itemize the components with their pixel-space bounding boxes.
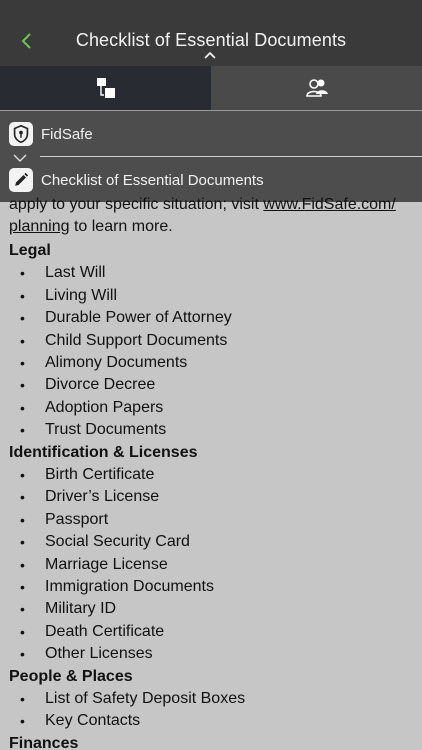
contacts-icon — [305, 79, 328, 97]
bullet-icon: • — [20, 646, 25, 663]
dropdown-item-fidsafe[interactable]: FidSafe — [0, 112, 422, 156]
bullet-icon: • — [20, 422, 25, 439]
checklist-item-label: Divorce Decree — [45, 376, 156, 394]
bullet-icon: • — [20, 399, 25, 416]
checklist-item: • Alimony Documents — [0, 352, 187, 374]
checklist-item: • Marriage License — [0, 554, 168, 576]
checklist-item-label: Other Licenses — [45, 645, 153, 663]
checklist-item-label: Military ID — [45, 600, 117, 618]
checklist-item: • Divorce Decree — [0, 374, 155, 396]
bullet-icon: • — [20, 691, 25, 707]
bullet-icon: • — [20, 265, 25, 282]
bullet-icon: • — [20, 556, 25, 573]
bullet-icon: • — [20, 489, 25, 506]
page-title: Checklist of Essential Documents — [75, 30, 347, 50]
tab-bar — [0, 66, 422, 110]
checklist-item-label: Trust Documents — [45, 421, 167, 439]
checklist-item: • Child Support Documents — [0, 330, 227, 352]
bullet-icon: • — [20, 355, 25, 371]
section-heading: Legal — [9, 242, 51, 259]
checklist-item: • Passport — [0, 509, 108, 531]
section-heading: Finances — [9, 734, 79, 750]
pencil-icon — [9, 168, 33, 192]
tab-contacts[interactable] — [211, 66, 422, 110]
fidsafe-planning-link[interactable]: www.FidSafe.com/ — [263, 196, 395, 213]
dropdown-item-label: Checklist of Essential Documents — [41, 171, 264, 189]
tab-documents[interactable] — [0, 66, 211, 110]
documents-icon — [96, 78, 115, 98]
fidsafe-lock-icon — [9, 122, 33, 146]
checklist-item-label: Marriage License — [45, 555, 168, 573]
bullet-icon: • — [20, 713, 25, 730]
intro-line-end: to learn more. — [69, 218, 173, 235]
checklist-item: • List of Safety Deposit Boxes — [0, 688, 245, 710]
section-heading: Identification & Licenses — [9, 443, 198, 461]
checklist-item-label: Passport — [45, 510, 109, 528]
checklist-item: • Last Will — [0, 262, 105, 284]
dropdown-item-label: FidSafe — [41, 125, 93, 143]
checklist-item-label: Death Certificate — [45, 622, 165, 640]
bullet-icon: • — [20, 332, 25, 349]
navigation-dropdown: FidSafe Checklist of Essential Documents — [0, 110, 422, 202]
section-heading: People & Places — [9, 667, 133, 685]
bullet-icon: • — [20, 467, 25, 483]
fidsafe-planning-link-continued[interactable]: planning — [9, 218, 70, 235]
checklist-item-label: Durable Power of Attorney — [45, 309, 232, 327]
checklist-item-label: Living Will — [45, 286, 118, 304]
bullet-icon: • — [20, 287, 25, 304]
bullet-icon: • — [20, 534, 25, 551]
checklist-item: • Immigration Documents — [0, 576, 214, 598]
checklist-item: • Driver’s License — [0, 486, 159, 508]
checklist-item: • Adoption Papers — [0, 397, 163, 419]
bullet-icon: • — [20, 310, 25, 327]
checklist-item-label: Immigration Documents — [45, 578, 214, 595]
checklist-content: apply to your specific situation; visit … — [0, 194, 422, 750]
checklist-item-label: Key Contacts — [45, 712, 141, 730]
checklist-item: • Trust Documents — [0, 419, 166, 441]
checklist-item: • Military ID — [0, 598, 116, 620]
checklist-item-label: Child Support Documents — [45, 331, 228, 349]
checklist-item: • Social Security Card — [0, 531, 190, 553]
checklist-item: • Birth Certificate — [0, 464, 154, 486]
checklist-item: • Durable Power of Attorney — [0, 307, 232, 329]
checklist-item-label: Birth Certificate — [45, 466, 155, 483]
checklist-item: • Other Licenses — [0, 643, 153, 665]
bullet-icon: • — [20, 601, 25, 618]
bullet-icon: • — [20, 511, 25, 528]
checklist-item: • Death Certificate — [0, 621, 164, 643]
bullet-icon: • — [20, 377, 25, 394]
checklist-item-label: List of Safety Deposit Boxes — [45, 690, 246, 707]
bullet-icon: • — [20, 623, 25, 640]
checklist-item-label: Alimony Documents — [45, 354, 188, 371]
checklist-item: • Living Will — [0, 285, 117, 307]
checklist-item-label: Social Security Card — [45, 533, 190, 551]
checklist-item-label: Driver’s License — [45, 488, 160, 506]
bullet-icon: • — [20, 579, 25, 595]
checklist-item-label: Last Will — [45, 264, 106, 282]
intro-line: apply to your specific situation; visit — [9, 196, 264, 213]
dropdown-divider — [40, 156, 422, 157]
intro-text: apply to your specific situation; visit … — [9, 194, 413, 238]
app-header: Checklist of Essential Documents — [0, 0, 422, 66]
checklist-item: • Key Contacts — [0, 710, 140, 732]
chevron-up-icon[interactable] — [202, 50, 218, 60]
checklist-item-label: Adoption Papers — [45, 398, 164, 416]
